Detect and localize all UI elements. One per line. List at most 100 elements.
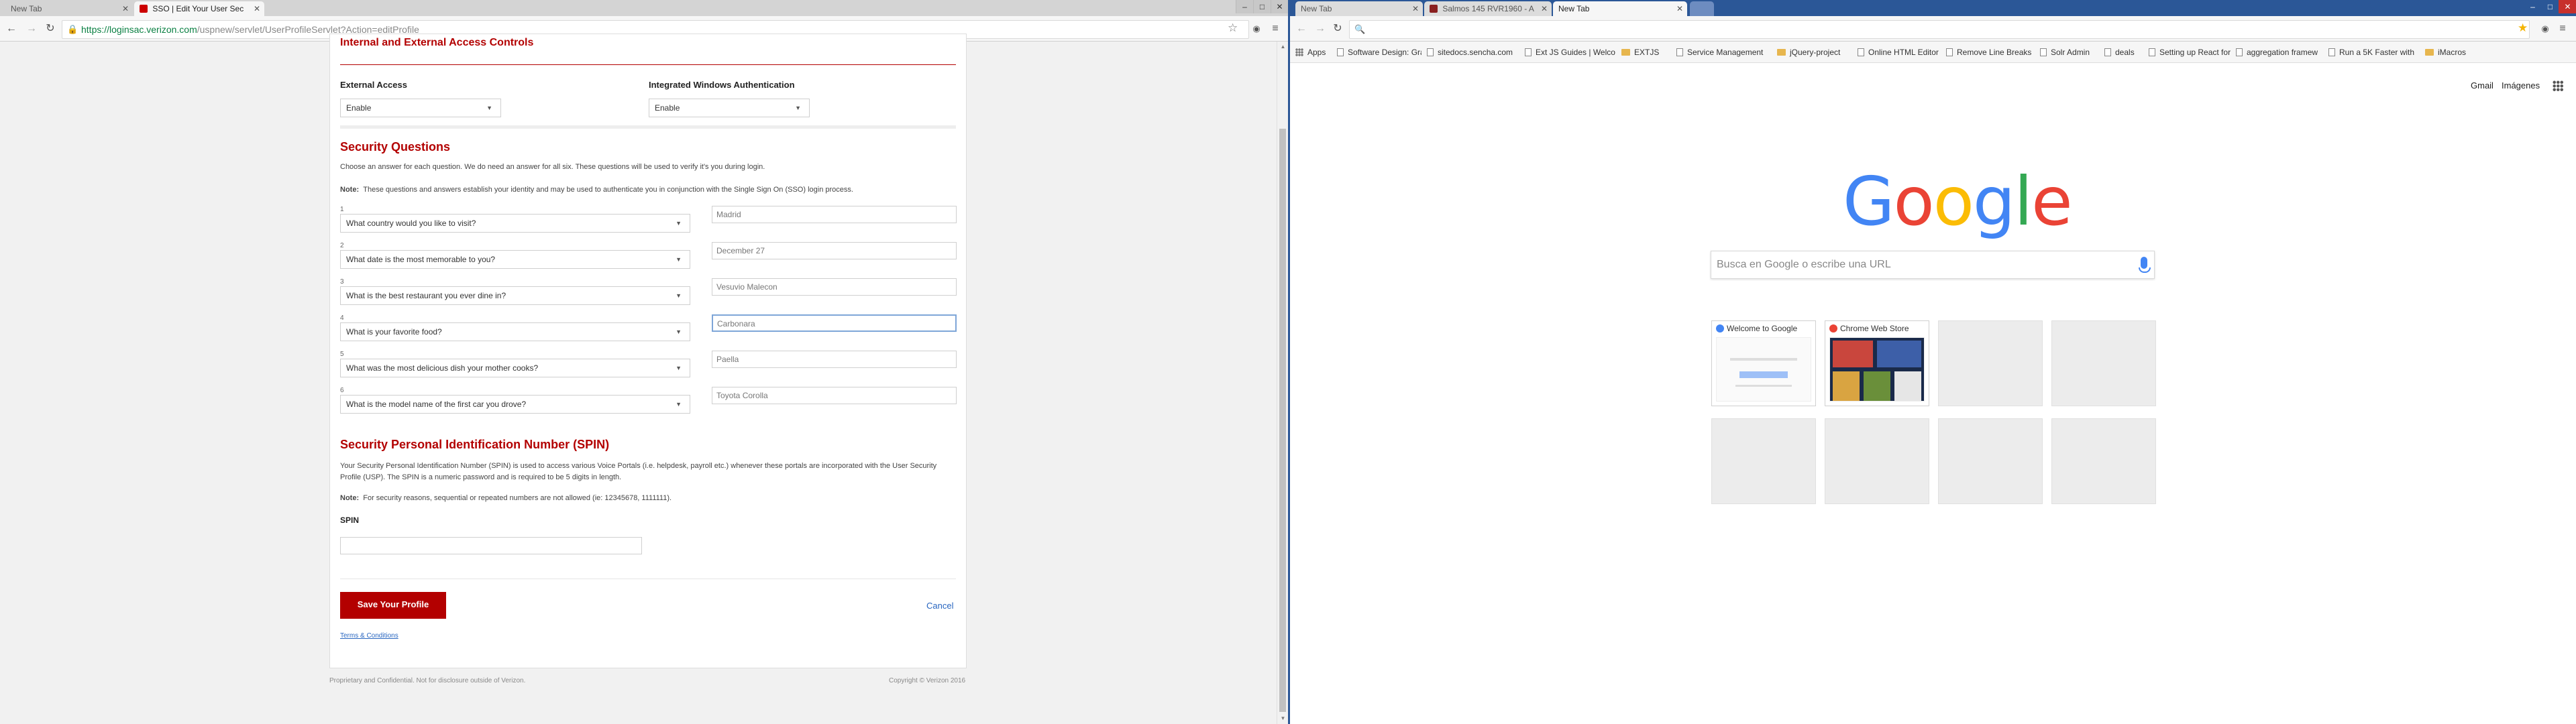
external-access-select[interactable]: Enable ▼ [340,99,501,117]
note-text: These questions and answers establish yo… [363,186,853,194]
bookmark-folder[interactable]: iMacros [2425,46,2476,59]
tab-new-button[interactable] [267,1,294,16]
most-visited-tile[interactable]: Welcome to Google [1711,320,1816,406]
bookmark-item[interactable]: Online HTML Editor [1858,46,1942,59]
right-toolbar: ← → ↻ 🔍 ★ ◉ ≡ [1290,16,2576,42]
answer-input[interactable]: Toyota Corolla [712,387,957,404]
maximize-icon[interactable]: □ [1253,0,1271,13]
extension-icon[interactable]: ◉ [1249,21,1264,36]
bookmark-item[interactable]: Run a 5K Faster with [2328,46,2420,59]
iwa-select[interactable]: Enable ▼ [649,99,810,117]
close-tab-icon[interactable]: ✕ [1541,1,1548,16]
answer-input[interactable]: Paella [712,351,957,368]
bookmark-folder[interactable]: EXTJS [1621,46,1672,59]
forward-arrow-icon[interactable]: → [1313,21,1328,36]
bookmark-label: deals [2115,48,2135,57]
bookmark-item[interactable]: Software Design: Gra [1337,46,1421,59]
menu-icon[interactable]: ≡ [1268,21,1283,36]
bookmark-item[interactable]: deals [2104,46,2145,59]
question-select[interactable]: What is the model name of the first car … [340,395,690,414]
question-number: 4 [340,314,344,322]
bookmark-item[interactable]: Ext JS Guides | Welco [1525,46,1616,59]
logo-letter: G [1843,162,1894,241]
microphone-icon[interactable] [2139,257,2151,273]
cancel-link[interactable]: Cancel [926,601,953,611]
new-tab-button[interactable] [1690,1,1714,16]
page-icon [2149,48,2155,56]
verizon-favicon-icon [140,5,148,13]
tab-new-tab[interactable]: New Tab ✕ [5,1,133,16]
question-select[interactable]: What is your favorite food? ▼ [340,322,690,341]
scroll-up-icon[interactable]: ▲ [1277,42,1288,52]
bookmark-item[interactable]: Service Management [1676,46,1770,59]
terms-link[interactable]: Terms & Conditions [340,632,398,640]
question-select[interactable]: What is the best restaurant you ever din… [340,286,690,305]
tile-title: Welcome to Google [1727,324,1798,333]
apps-grid-icon[interactable] [2553,80,2563,91]
chevron-down-icon: ▼ [676,365,682,371]
tab-new-tab[interactable]: New Tab ✕ [1295,1,1423,16]
close-window-icon[interactable]: ✕ [2559,0,2576,13]
tab-new-tab-active[interactable]: New Tab ✕ [1553,1,1687,16]
logo-letter: l [2014,162,2033,241]
bookmark-item[interactable]: aggregation framew [2236,46,2323,59]
close-tab-icon[interactable]: ✕ [1676,1,1683,16]
address-bar[interactable]: 🔍 [1349,20,2530,39]
answer-input[interactable]: Vesuvio Malecon [712,278,957,296]
logo-letter: o [1933,162,1974,241]
images-link[interactable]: Imágenes [2502,80,2540,90]
minimize-icon[interactable]: – [1236,0,1253,13]
close-window-icon[interactable]: ✕ [1271,0,1288,13]
bookmark-label: Remove Line Breaks [1957,48,2032,57]
close-tab-icon[interactable]: ✕ [254,1,260,16]
question-select[interactable]: What was the most delicious dish your mo… [340,359,690,377]
page-icon [2040,48,2047,56]
tab-title: Salmos 145 RVR1960 - A [1442,4,1534,13]
page-icon [1525,48,1532,56]
bookmark-folder[interactable]: jQuery-project [1777,46,1854,59]
bookmark-item[interactable]: Solr Admin [2040,46,2100,59]
bookmark-label: Service Management [1687,48,1764,57]
gmail-link[interactable]: Gmail [2471,80,2493,90]
bookmark-label: Solr Admin [2051,48,2090,57]
chevron-down-icon: ▼ [676,220,682,227]
bookmark-star-icon[interactable]: ☆ [1228,21,1238,35]
bookmark-apps[interactable]: Apps [1295,46,1330,59]
back-arrow-icon[interactable]: ← [1294,21,1309,36]
forward-arrow-icon[interactable]: → [24,21,39,36]
reload-icon[interactable]: ↻ [1330,21,1345,36]
menu-icon[interactable]: ≡ [2555,21,2570,36]
bookmark-star-icon[interactable]: ★ [2518,21,2528,35]
minimize-icon[interactable]: – [2524,0,2541,13]
bookmark-item[interactable]: Remove Line Breaks [1946,46,2036,59]
tab-sso-edit[interactable]: SSO | Edit Your User Sec ✕ [134,1,264,16]
close-tab-icon[interactable]: ✕ [1412,1,1419,16]
answer-input[interactable]: December 27 [712,242,957,259]
right-browser-window: New Tab ✕ Salmos 145 RVR1960 - A ✕ New T… [1288,0,2576,724]
bookmark-label: Online HTML Editor [1868,48,1939,57]
maximize-icon[interactable]: □ [2541,0,2559,13]
google-search-input[interactable]: Busca en Google o escribe una URL [1711,251,2155,279]
answer-input[interactable]: Carbonara [712,314,957,332]
empty-tile [2051,320,2156,406]
answer-input[interactable]: Madrid [712,206,957,223]
question-select[interactable]: What country would you like to visit? ▼ [340,214,690,233]
close-tab-icon[interactable]: ✕ [122,1,129,16]
reload-icon[interactable]: ↻ [43,21,58,36]
bookmark-item[interactable]: sitedocs.sencha.com [1427,46,1521,59]
extension-icon[interactable]: ◉ [2538,21,2553,36]
tile-thumbnail [1716,337,1811,402]
spin-input[interactable] [340,537,642,554]
bookmark-item[interactable]: Setting up React for [2149,46,2232,59]
tab-salmos[interactable]: Salmos 145 RVR1960 - A ✕ [1424,1,1552,16]
page-scrollbar[interactable]: ▲ ▼ [1277,42,1288,724]
most-visited-tile[interactable]: Chrome Web Store [1825,320,1929,406]
question-select[interactable]: What date is the most memorable to you? ▼ [340,250,690,269]
back-arrow-icon[interactable]: ← [4,21,19,36]
question-number: 2 [340,242,344,249]
scroll-thumb[interactable] [1279,129,1286,712]
save-profile-button[interactable]: Save Your Profile [340,592,446,619]
scroll-down-icon[interactable]: ▼ [1277,713,1288,724]
access-section-title: Internal and External Access Controls [340,37,534,48]
tab-title: New Tab [1558,4,1590,13]
